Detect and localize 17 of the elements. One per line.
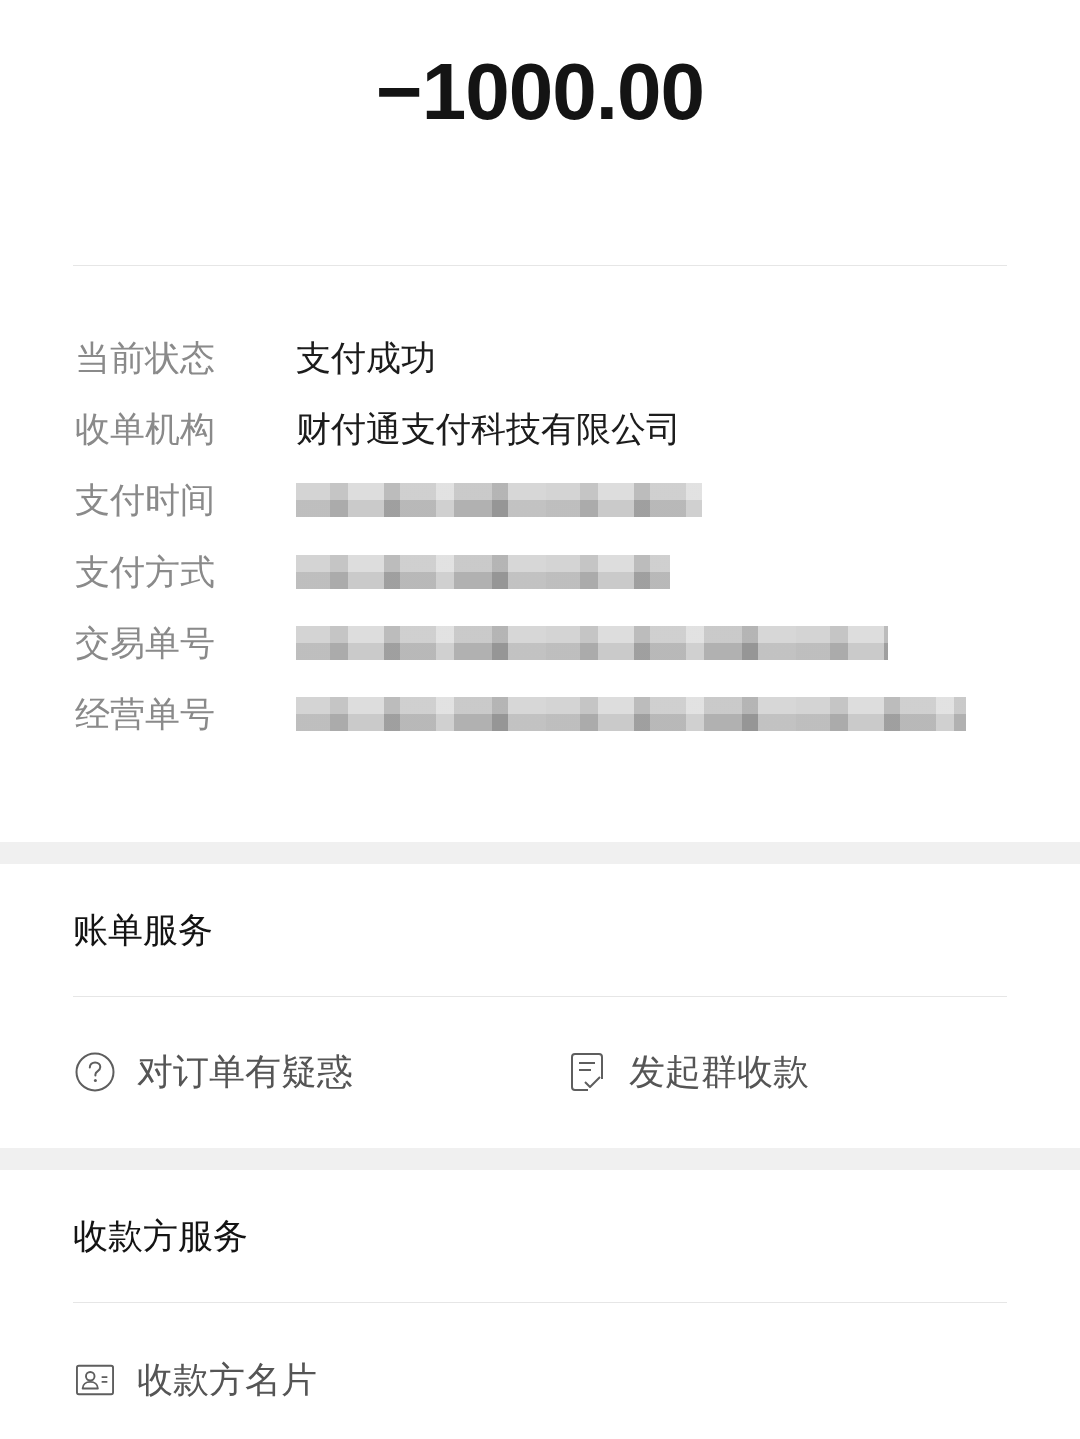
detail-label: 收单机构	[75, 407, 215, 450]
detail-label: 交易单号	[75, 621, 215, 664]
section-title: 账单服务	[73, 908, 213, 951]
detail-label: 支付方式	[75, 550, 215, 593]
detail-value: 支付成功	[296, 336, 436, 379]
question-circle-icon[interactable]	[75, 1052, 115, 1093]
checklist-document-icon[interactable]	[571, 1052, 603, 1093]
payment-amount: −1000.00	[376, 50, 704, 134]
contact-card-icon[interactable]	[76, 1363, 114, 1396]
service-link[interactable]: 发起群收款	[629, 1050, 809, 1095]
section-title: 收款方服务	[73, 1214, 248, 1257]
detail-label: 当前状态	[75, 336, 215, 379]
service-link[interactable]: 对订单有疑惑	[137, 1050, 353, 1095]
detail-label: 经营单号	[75, 693, 215, 736]
detail-value: 财付通支付科技有限公司	[296, 407, 681, 450]
service-link[interactable]: 收款方名片	[137, 1357, 317, 1402]
detail-label: 支付时间	[75, 479, 215, 522]
